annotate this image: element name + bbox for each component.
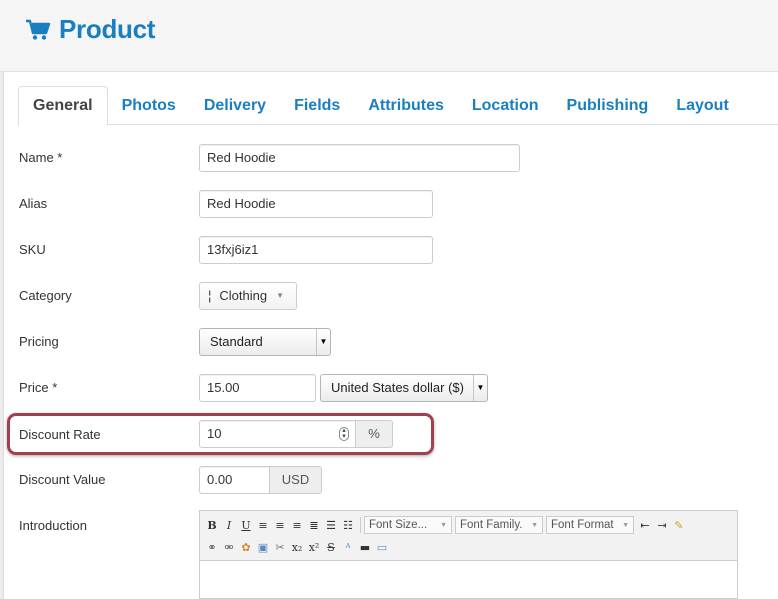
category-label: Category	[19, 288, 72, 303]
shopping-cart-icon	[26, 19, 51, 40]
align-center-icon[interactable]: ≡	[272, 516, 288, 534]
visual-aid-icon[interactable]: ▭	[374, 538, 390, 556]
subscript-icon[interactable]: x₂	[289, 538, 305, 556]
chevron-down-icon: ▼	[316, 329, 330, 355]
tab-delivery[interactable]: Delivery	[190, 86, 280, 125]
introduction-editor: B I U ≡ ≡ ≡ ≣ ☰ ☷ Font Size... ▼ Font Fam…	[199, 510, 738, 599]
page-title-text: Product	[59, 14, 156, 44]
align-right-icon[interactable]: ≡	[289, 516, 305, 534]
unlink-icon[interactable]: ⚮	[221, 538, 237, 556]
font-family-select[interactable]: Font Family. ▼	[455, 516, 543, 534]
chevron-down-icon: ▼	[276, 291, 285, 300]
currency-value: United States dollar ($)	[331, 380, 464, 395]
chevron-down-icon: ▼	[531, 521, 538, 529]
number-spinner-icon[interactable]: ▴ ▾	[339, 427, 349, 441]
discount-value-label: Discount Value	[19, 472, 106, 487]
introduction-label: Introduction	[19, 518, 87, 533]
name-input[interactable]: Red Hoodie	[199, 144, 520, 172]
name-label: Name *	[19, 150, 63, 165]
superscript-icon[interactable]: x²	[306, 538, 322, 556]
image-icon[interactable]: ▣	[255, 538, 271, 556]
font-size-value: Font Size...	[369, 519, 428, 531]
alias-input[interactable]: Red Hoodie	[199, 190, 433, 218]
pricing-select[interactable]: Standard ▼	[199, 328, 331, 356]
ordered-list-icon[interactable]: ☷	[340, 516, 356, 534]
discount-rate-value: 10	[207, 426, 222, 441]
tab-fields[interactable]: Fields	[280, 86, 354, 125]
tab-general[interactable]: General	[18, 86, 108, 126]
tab-bar: General Photos Delivery Fields Attribute…	[18, 86, 778, 126]
discount-rate-unit: %	[355, 420, 393, 448]
link-icon[interactable]: ⚭	[204, 538, 220, 556]
font-format-select[interactable]: Font Format ▼	[546, 516, 634, 534]
font-format-value: Font Format	[551, 519, 614, 531]
edit-html-icon[interactable]: ✎	[671, 516, 687, 534]
page-header: Product	[0, 0, 778, 72]
discount-value-unit: USD	[269, 466, 322, 494]
tab-location[interactable]: Location	[458, 86, 553, 125]
chevron-down-icon: ▼	[440, 521, 447, 529]
discount-rate-label: Discount Rate	[19, 427, 101, 442]
strikethrough-icon[interactable]: S	[323, 538, 339, 556]
pricing-label: Pricing	[19, 334, 59, 349]
editor-content-area[interactable]	[200, 560, 737, 598]
sku-label: SKU	[19, 242, 46, 257]
font-size-select[interactable]: Font Size... ▼	[364, 516, 452, 534]
currency-select[interactable]: United States dollar ($) ▼	[320, 374, 488, 402]
editor-toolbar: B I U ≡ ≡ ≡ ≣ ☰ ☷ Font Size... ▼ Font Fam…	[204, 515, 733, 557]
underline-icon[interactable]: U	[238, 516, 254, 534]
anchor-icon[interactable]: ✿	[238, 538, 254, 556]
tab-attributes[interactable]: Attributes	[354, 86, 458, 125]
remove-format-icon[interactable]: ᴬ	[340, 538, 356, 556]
cleanup-icon[interactable]: ✂	[272, 538, 288, 556]
category-select[interactable]: ¦ Clothing ▼	[199, 282, 297, 310]
page-title: Product	[25, 14, 155, 45]
align-justify-icon[interactable]: ≣	[306, 516, 322, 534]
italic-icon[interactable]: I	[221, 516, 237, 534]
tab-photos[interactable]: Photos	[108, 86, 190, 125]
price-input[interactable]: 15.00	[199, 374, 316, 402]
chevron-down-icon: ▼	[622, 521, 629, 529]
indent-icon[interactable]: ⇥	[654, 516, 670, 534]
tab-publishing[interactable]: Publishing	[553, 86, 663, 125]
tab-layout[interactable]: Layout	[662, 86, 742, 125]
bold-icon[interactable]: B	[204, 516, 220, 534]
toolbar-separator	[360, 517, 361, 533]
outdent-icon[interactable]: ⇤	[637, 516, 653, 534]
price-label: Price *	[19, 380, 58, 395]
chevron-down-icon: ▼	[473, 375, 487, 401]
category-prefix: ¦	[208, 288, 212, 303]
discount-rate-input[interactable]: 10 ▴ ▾	[199, 420, 356, 448]
unordered-list-icon[interactable]: ☰	[323, 516, 339, 534]
pricing-value: Standard	[210, 334, 263, 349]
horizontal-rule-icon[interactable]: ▬	[357, 538, 373, 556]
alias-label: Alias	[19, 196, 48, 211]
align-left-icon[interactable]: ≡	[255, 516, 271, 534]
sku-input[interactable]: 13fxj6iz1	[199, 236, 433, 264]
category-value: Clothing	[219, 288, 268, 303]
discount-value-input[interactable]: 0.00	[199, 466, 270, 494]
frame-border	[0, 72, 4, 599]
font-family-value: Font Family.	[460, 519, 523, 531]
